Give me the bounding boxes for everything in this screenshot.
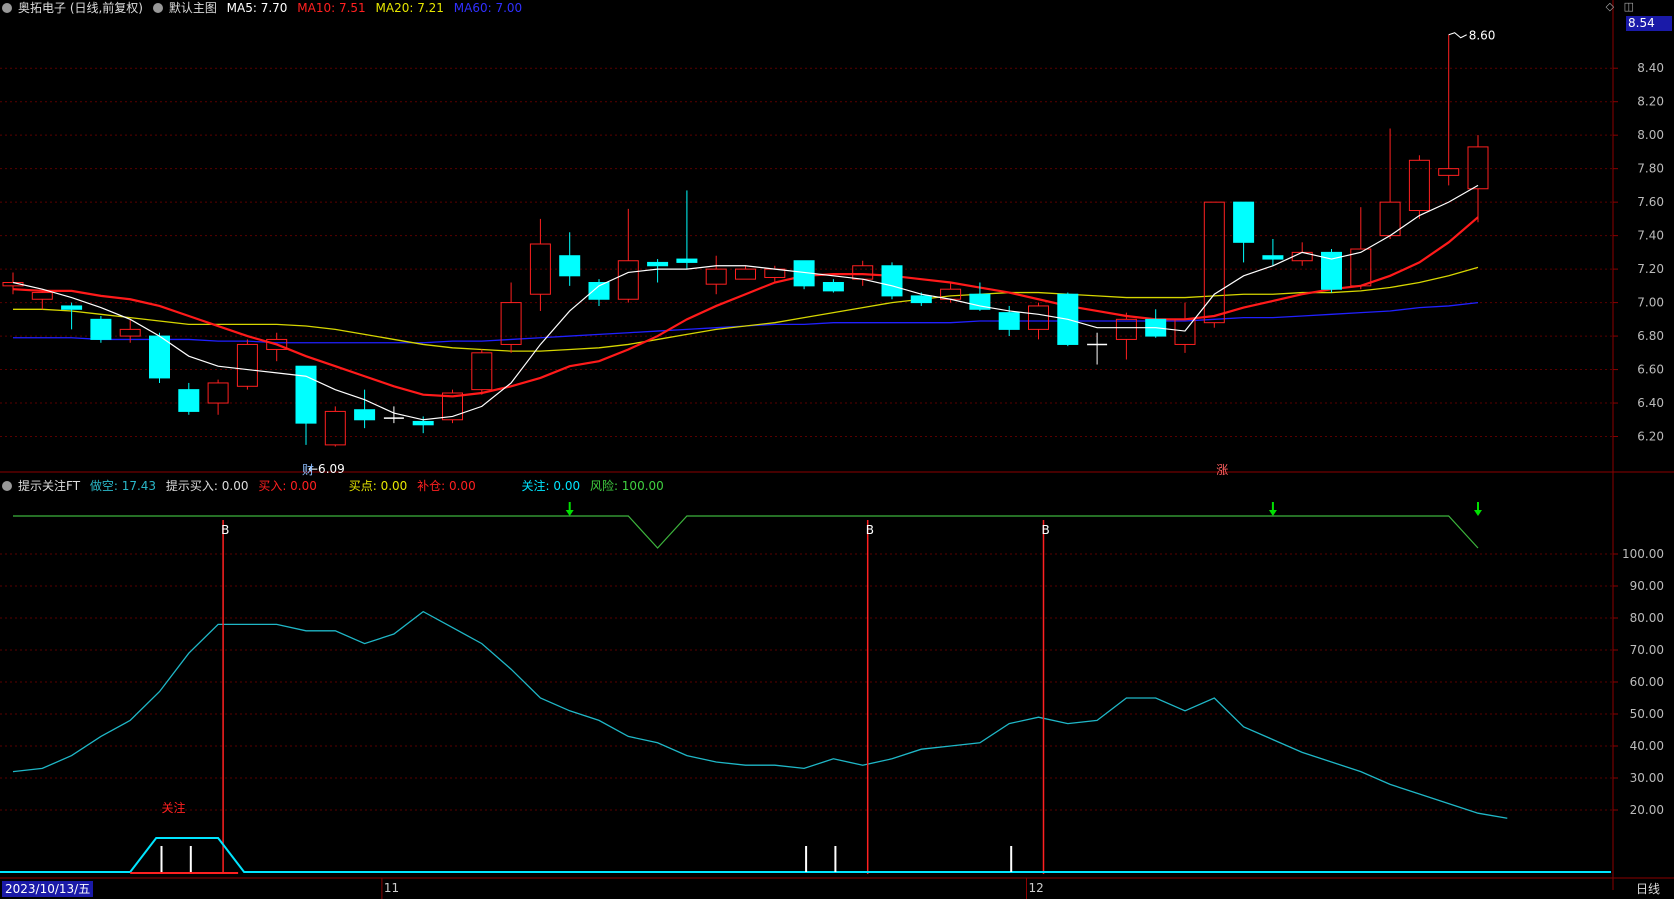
tishi-mairu-value: 提示买入: 0.00 xyxy=(165,479,249,493)
candle-body xyxy=(471,352,493,391)
candle-body xyxy=(1028,305,1049,330)
month-label: 12 xyxy=(1029,881,1044,895)
b-signal-label: B xyxy=(866,523,874,537)
zhang-marker: 涨 xyxy=(1216,462,1228,477)
panel-icon[interactable]: ◫ xyxy=(1624,0,1634,13)
settings-icon[interactable] xyxy=(152,3,163,13)
candle-body xyxy=(647,261,669,267)
indicator-tick-label: 90.00 xyxy=(1630,579,1664,593)
high-pointer xyxy=(1448,32,1467,39)
candle-body xyxy=(1467,146,1489,190)
candle-body xyxy=(500,302,522,345)
price-tick-label: 6.80 xyxy=(1637,329,1664,343)
b-signal-label: B xyxy=(1042,523,1050,537)
candle-body xyxy=(705,268,727,285)
month-label: 11 xyxy=(384,881,399,895)
top-right-icons: ◇ ◫ xyxy=(1606,0,1634,13)
ma60-line xyxy=(13,301,1479,344)
indicator-header: 提示关注FT 做空: 17.43 提示买入: 0.00 买入: 0.00 买点:… xyxy=(2,478,670,494)
candle-body xyxy=(822,282,844,292)
price-tick-label: 6.20 xyxy=(1637,430,1664,444)
candle-body xyxy=(735,268,756,280)
candle-body xyxy=(31,292,53,300)
candle-body xyxy=(178,389,200,412)
candle-body xyxy=(90,318,112,340)
candle-body xyxy=(324,410,346,446)
down-arrow-head xyxy=(565,510,574,516)
candle-body xyxy=(412,420,434,426)
candle-body xyxy=(1438,168,1460,176)
b-signal-label: B xyxy=(221,523,229,537)
guanzhu-label: 关注 xyxy=(162,800,186,815)
candle-body xyxy=(1233,201,1255,243)
indicator-tick-label: 40.00 xyxy=(1630,739,1664,753)
indicator-tick-label: 50.00 xyxy=(1630,707,1664,721)
zuokong-value: 做空: 17.43 xyxy=(89,479,157,493)
price-tick-label: 7.60 xyxy=(1637,195,1664,209)
candle-body xyxy=(354,409,376,421)
indicator-tick-label: 30.00 xyxy=(1630,771,1664,785)
candle-body xyxy=(998,312,1020,330)
candle-body xyxy=(295,365,317,424)
ma10-value: MA10: 7.51 xyxy=(297,1,366,15)
price-tick-label: 8.00 xyxy=(1637,128,1664,142)
down-arrow-head xyxy=(1474,510,1482,516)
ma60-value: MA60: 7.00 xyxy=(453,1,523,15)
indicator-tick-label: 60.00 xyxy=(1630,675,1664,689)
down-arrow-head xyxy=(1268,510,1277,516)
ma5-value: MA5: 7.70 xyxy=(226,1,288,15)
price-tick-label: 7.00 xyxy=(1637,296,1664,310)
price-tick-label: 8.20 xyxy=(1637,95,1664,109)
cai-marker: 财 xyxy=(302,463,314,477)
risk-line xyxy=(13,515,1479,549)
maidian-value: 买点: 0.00 xyxy=(348,479,408,493)
period-label[interactable]: 日线 xyxy=(1636,880,1660,897)
candle-body xyxy=(149,335,170,379)
indicator-tick-label: 100.00 xyxy=(1622,547,1664,561)
candle-body xyxy=(559,255,581,277)
guanzhu-value: 关注: 0.00 xyxy=(521,479,581,493)
main-chart-name[interactable]: 默认主图 xyxy=(169,1,217,15)
main-chart-header: 奥拓电子 (日线,前复权) 默认主图 MA5: 7.70 MA10: 7.51 … xyxy=(2,0,528,16)
bucang-value: 补仓: 0.00 xyxy=(417,479,476,493)
stock-chart: 8.40 8.20 8.00 7.80 7.60 7.40 7.20 7.00 6.80 6.60… xyxy=(0,0,1674,899)
high-price-label: 8.60 xyxy=(1469,29,1496,43)
candle-body xyxy=(1408,159,1430,212)
candle-body xyxy=(676,258,698,263)
stock-title[interactable]: 奥拓电子 (日线,前复权) xyxy=(18,1,143,15)
price-tick-label: 6.60 xyxy=(1637,363,1664,377)
current-price-box: 8.54 xyxy=(1626,16,1672,31)
settings-icon[interactable] xyxy=(2,3,12,13)
candle-body xyxy=(207,382,229,404)
indicator-title[interactable]: 提示关注FT xyxy=(18,479,80,493)
date-box: 2023/10/13/五 xyxy=(2,881,94,897)
price-tick-label: 8.40 xyxy=(1637,61,1664,75)
candle-body xyxy=(617,260,639,300)
indicator-tick-label: 20.00 xyxy=(1630,803,1664,817)
ma20-line xyxy=(13,266,1479,352)
price-tick-label: 7.40 xyxy=(1637,229,1664,243)
candle-body xyxy=(1262,255,1284,260)
mairu-value: 买入: 0.00 xyxy=(258,479,317,493)
diamond-icon[interactable]: ◇ xyxy=(1606,0,1614,13)
settings-icon[interactable] xyxy=(2,481,12,491)
indicator-tick-label: 70.00 xyxy=(1630,643,1664,657)
ma20-value: MA20: 7.21 xyxy=(375,1,444,15)
candle-body xyxy=(119,328,141,337)
zuokong-line xyxy=(12,610,1508,819)
candle-body xyxy=(1203,201,1225,324)
candle-body xyxy=(910,295,932,304)
fengxian-value: 风险: 100.00 xyxy=(589,479,664,493)
candle-body xyxy=(852,265,874,280)
indicator-tick-label: 80.00 xyxy=(1630,611,1664,625)
price-tick-label: 7.80 xyxy=(1637,162,1664,176)
candle-body xyxy=(588,282,610,300)
candle-body xyxy=(236,343,258,387)
price-tick-label: 6.40 xyxy=(1637,396,1664,410)
price-tick-label: 7.20 xyxy=(1637,262,1664,276)
candle-body xyxy=(61,305,83,310)
candle-body xyxy=(881,265,903,297)
